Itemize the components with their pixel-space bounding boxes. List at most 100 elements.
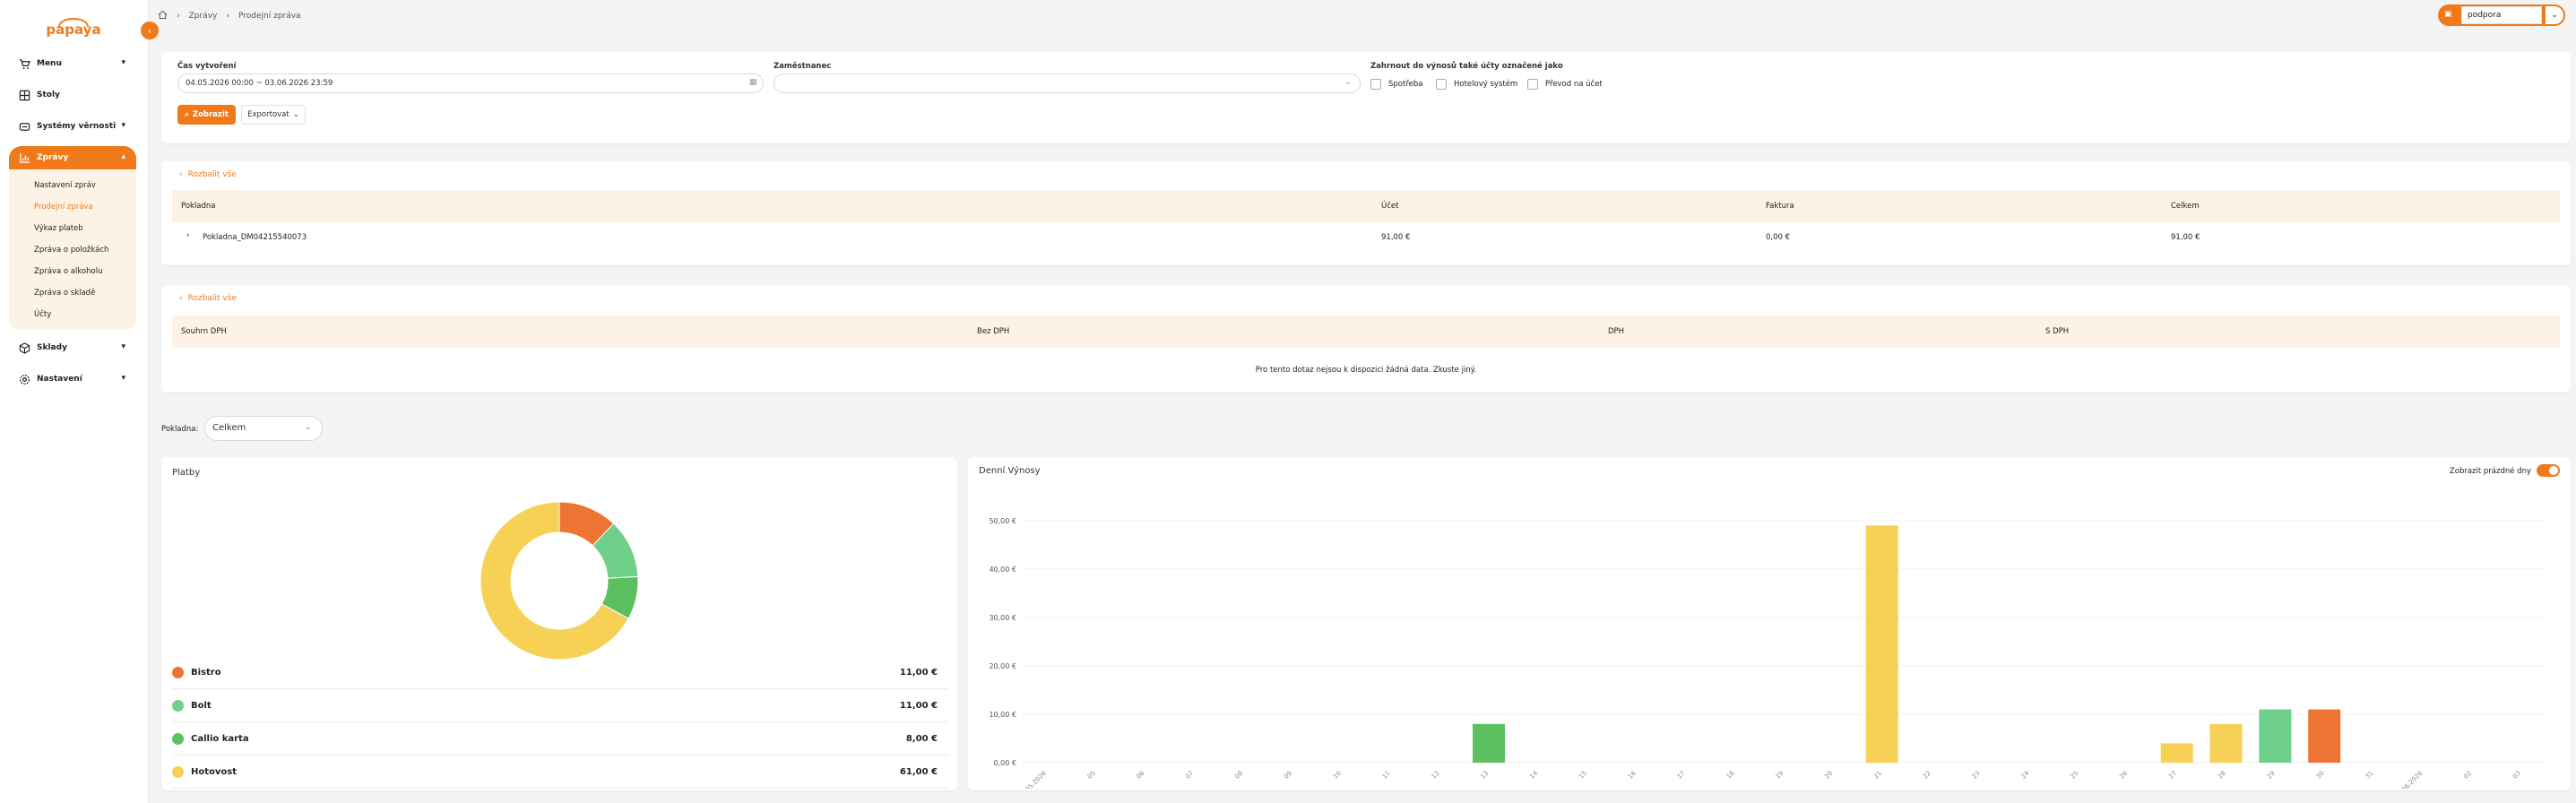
table-row[interactable]: › Pokladna_DM04215540073 91,00 € 0,00 € …: [172, 222, 2560, 255]
submenu-item[interactable]: Účty: [34, 304, 136, 325]
column-header[interactable]: Pokladna: [181, 190, 216, 222]
expand-all-button[interactable]: › Rozbalit vše: [179, 170, 237, 179]
export-button[interactable]: Exportovat ⌄: [241, 105, 306, 125]
checkbox-box[interactable]: [1436, 79, 1447, 90]
column-header[interactable]: S DPH: [2045, 315, 2069, 348]
payments-donut-chart: [480, 501, 639, 661]
submenu-item[interactable]: Zpráva o položkách: [34, 239, 136, 261]
x-tick-label: 09: [1283, 770, 1293, 781]
x-tick-label: 17: [1676, 770, 1687, 781]
bar-29[interactable]: [2259, 709, 2292, 763]
sidebar-collapse-button[interactable]: ‹: [141, 22, 159, 39]
submenu-item[interactable]: Zpráva o skladě: [34, 282, 136, 304]
column-header[interactable]: DPH: [1608, 315, 1624, 348]
show-button[interactable]: ⌕ Zobrazit: [177, 105, 236, 125]
sidebar-item-menu[interactable]: Menu ▾: [9, 52, 136, 75]
legend-row[interactable]: Bistro 11,00 €: [172, 656, 948, 689]
chevron-right-icon[interactable]: ›: [186, 231, 189, 240]
bar-28[interactable]: [2209, 723, 2243, 763]
checkbox-consumption[interactable]: Spotřeba: [1370, 79, 1422, 90]
legend-row[interactable]: Hotovost 61,00 €: [172, 756, 948, 789]
gear-icon: [18, 373, 30, 385]
checkbox-hotel-system[interactable]: Hotelový systém: [1436, 79, 1517, 90]
breadcrumb-item[interactable]: Zprávy: [189, 12, 218, 21]
checkbox-box[interactable]: [1370, 79, 1381, 90]
grid-icon: [18, 89, 30, 101]
show-button-label: Zobrazit: [192, 110, 229, 119]
legend-dot: [172, 699, 184, 712]
chevron-down-icon: ▾: [121, 342, 125, 351]
x-tick-label: 12: [1431, 770, 1441, 781]
submenu-item-current[interactable]: Prodejní zpráva: [34, 196, 136, 218]
chevron-down-icon[interactable]: ⌄: [1344, 78, 1352, 87]
column-header[interactable]: Faktura: [1766, 190, 1794, 222]
payments-title: Platby: [172, 468, 201, 478]
sidebar-item-warehouses[interactable]: Sklady ▾: [9, 336, 136, 359]
x-tick-label: 11: [1381, 770, 1392, 781]
employee-select[interactable]: [774, 73, 1361, 93]
legend-dot: [172, 732, 184, 745]
breadcrumb-item-current: Prodejní zpráva: [238, 12, 301, 21]
empty-message: Pro tento dotaz nejsou k dispozici žádná…: [1255, 366, 1477, 375]
x-tick-label: 02: [2462, 770, 2473, 781]
employee-label: Zaměstnanec: [774, 62, 832, 71]
topbar: › Zprávy › Prodejní zpráva ▣ podpora ⌄: [158, 0, 2576, 32]
x-tick-label: 01.06.2026: [2393, 769, 2424, 789]
filters-card: Čas vytvoření 04.05.2026 00:00 ~ 03.06.2…: [161, 52, 2571, 143]
legend-value: 8,00 €: [905, 733, 938, 744]
chevron-down-icon: ▾: [121, 374, 125, 383]
bar-21[interactable]: [1865, 525, 1898, 763]
vat-table-header: Souhrn DPH Bez DPH DPH S DPH: [172, 315, 2560, 348]
bar-27[interactable]: [2160, 743, 2193, 763]
sidebar-item-label: Sklady: [37, 343, 67, 352]
reports-submenu: Nastavení zpráv Prodejní zpráva Výkaz pl…: [9, 169, 136, 329]
checkbox-box[interactable]: [1527, 79, 1538, 90]
checkbox-transfer[interactable]: Převod na účet: [1527, 79, 1603, 90]
expand-all-button[interactable]: › Rozbalit vše: [179, 294, 237, 303]
x-tick-label: 20: [1823, 770, 1834, 781]
column-header[interactable]: Účet: [1381, 190, 1398, 222]
sidebar-item-loyalty[interactable]: Systémy věrnosti ▾: [9, 115, 136, 138]
column-header[interactable]: Bez DPH: [977, 315, 1009, 348]
legend-dot: [172, 666, 184, 678]
vat-card: › Rozbalit vše Souhrn DPH Bez DPH DPH S D…: [161, 285, 2571, 393]
column-header[interactable]: Souhrn DPH: [181, 315, 227, 348]
submenu-item[interactable]: Výkaz plateb: [34, 218, 136, 239]
chevron-right-icon: ›: [179, 170, 183, 179]
papaya-logo[interactable]: papaya: [39, 7, 108, 41]
legend-dot: [172, 765, 184, 778]
y-tick-label: 20,00 €: [989, 662, 1016, 670]
y-tick-label: 30,00 €: [989, 614, 1016, 622]
y-tick-label: 10,00 €: [989, 711, 1016, 719]
y-tick-label: 50,00 €: [989, 517, 1016, 525]
show-empty-days-label: Zobrazit prázdné dny: [2449, 467, 2531, 476]
legend-value: 11,00 €: [899, 700, 938, 711]
home-icon[interactable]: [158, 10, 168, 22]
legend-row[interactable]: Callio karta 8,00 €: [172, 722, 948, 756]
bar-13[interactable]: [1472, 723, 1505, 763]
submenu-item[interactable]: Zpráva o alkoholu: [34, 261, 136, 282]
user-select[interactable]: ▣ podpora ⌄: [2438, 4, 2565, 26]
sidebar-item-tables[interactable]: Stoly: [9, 83, 136, 107]
chevron-down-icon[interactable]: ⌄: [305, 423, 312, 432]
y-tick-label: 0,00 €: [994, 759, 1016, 767]
submenu-item[interactable]: Nastavení zpráv: [34, 175, 136, 196]
checkbox-label: Spotřeba: [1388, 80, 1423, 89]
total-value: 91,00 €: [2171, 233, 2200, 242]
sidebar-item-label: Zprávy: [37, 153, 69, 162]
created-range-input[interactable]: 04.05.2026 00:00 ~ 03.06.2026 23:59: [177, 73, 764, 93]
cart-icon: [18, 57, 30, 70]
calendar-icon[interactable]: ▦: [749, 78, 757, 87]
checkbox-label: Převod na účet: [1545, 80, 1603, 89]
x-tick-label: 16: [1627, 769, 1638, 780]
column-header[interactable]: Celkem: [2171, 190, 2200, 222]
x-tick-label: 23: [1971, 770, 1982, 781]
chevron-down-icon[interactable]: ⌄: [2546, 6, 2563, 24]
sidebar-item-reports[interactable]: Zprávy ▴: [9, 146, 136, 169]
x-tick-label: 27: [2167, 770, 2178, 781]
legend-row[interactable]: Bolt 11,00 €: [172, 689, 948, 722]
sidebar-item-settings[interactable]: Nastavení ▾: [9, 367, 136, 391]
show-empty-days-toggle[interactable]: [2537, 464, 2560, 477]
registers-card: › Rozbalit vše Pokladna Účet Faktura Celk…: [161, 161, 2571, 265]
bar-30[interactable]: [2308, 709, 2341, 763]
